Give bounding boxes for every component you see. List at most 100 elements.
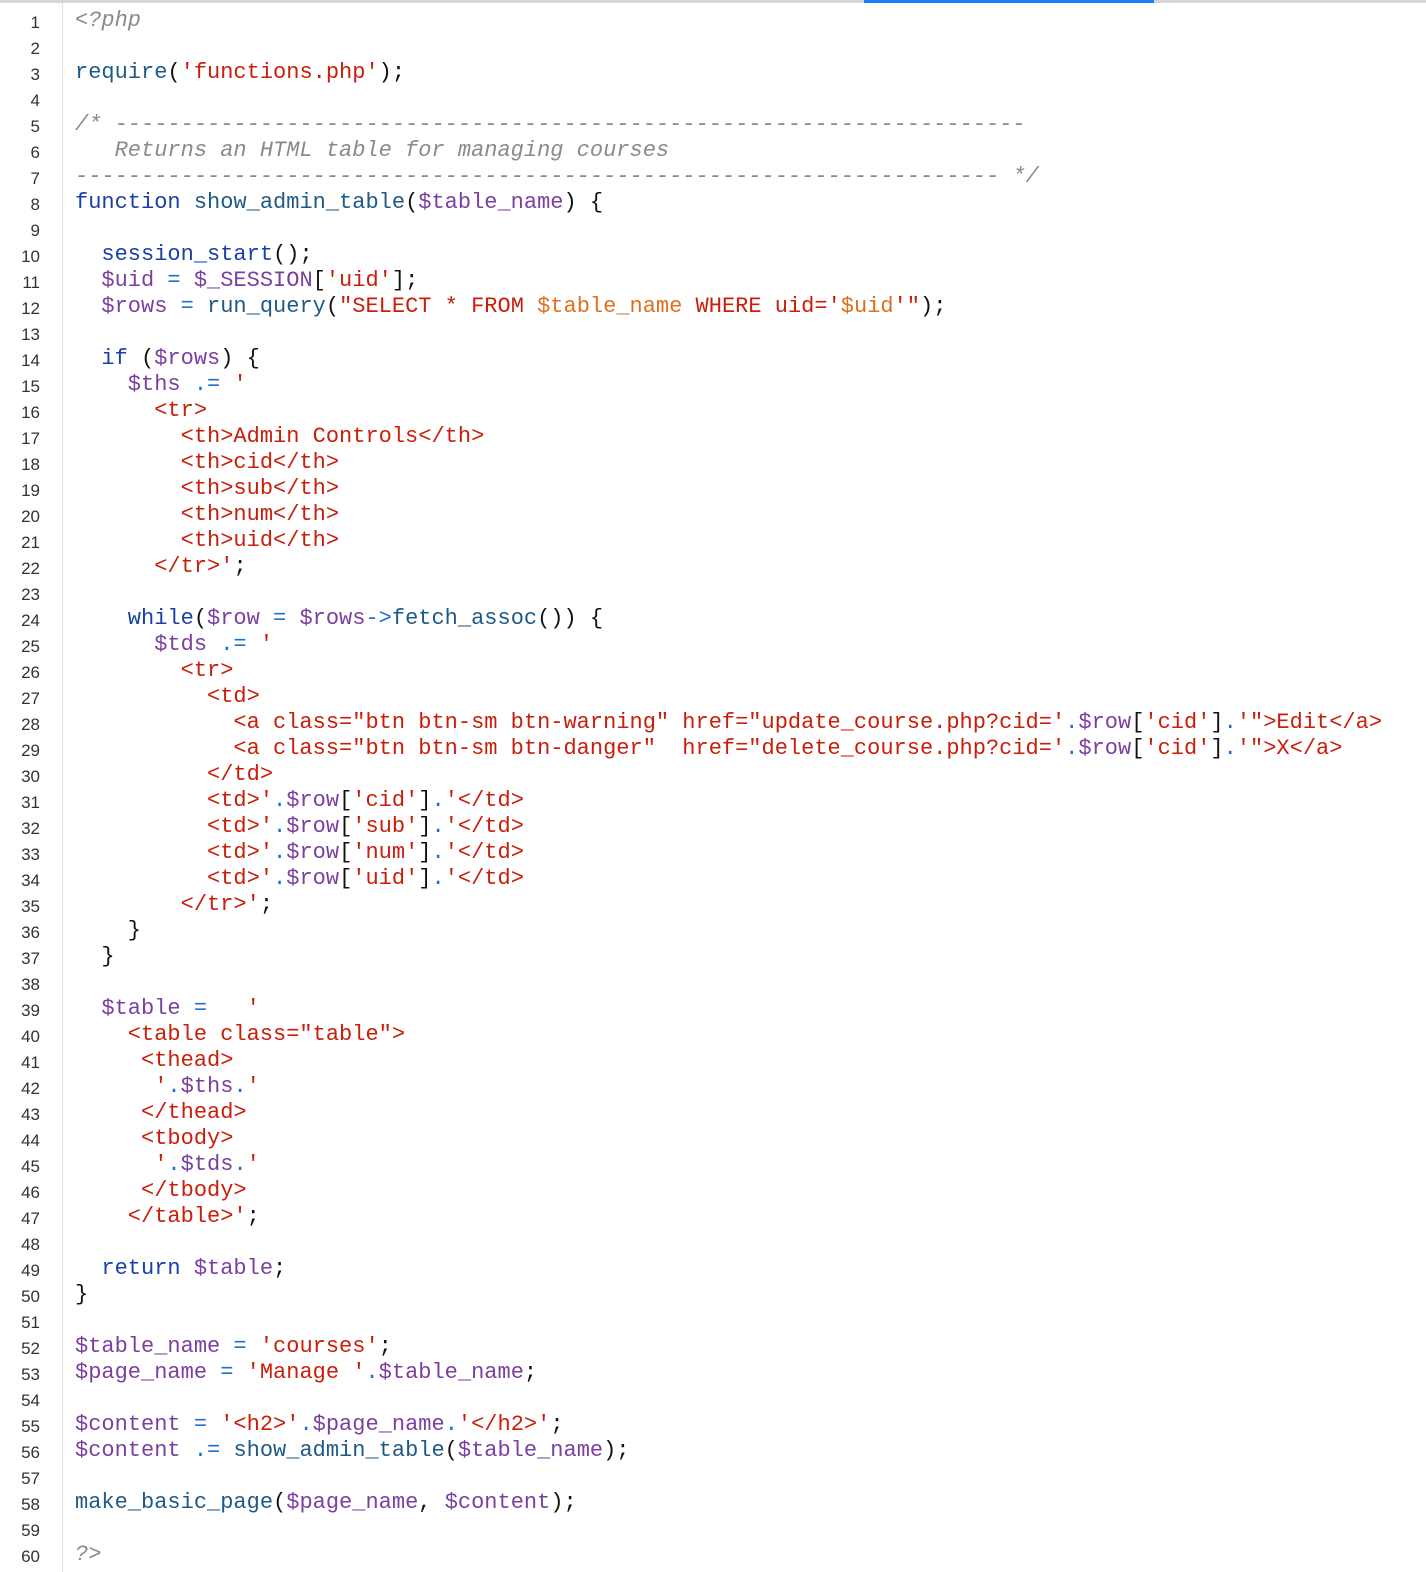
code-line[interactable]: 40 <table class="table"> (0, 1022, 1426, 1048)
line-number: 60 (21, 1547, 40, 1566)
code-line[interactable]: 37 } (0, 944, 1426, 970)
code-line[interactable]: 28 <a class="btn btn-sm btn-warning" hre… (0, 710, 1426, 736)
code-line[interactable]: 6 Returns an HTML table for managing cou… (0, 138, 1426, 164)
code-token: 'cid' (1144, 710, 1211, 735)
code-text: } (75, 1282, 88, 1308)
line-number: 21 (21, 533, 40, 552)
code-token: <td> (75, 684, 260, 709)
code-token: ; (273, 1256, 287, 1281)
line-number: 57 (21, 1469, 40, 1488)
code-line[interactable]: 39 $table = ' (0, 996, 1426, 1022)
code-line[interactable]: 10 session_start(); (0, 242, 1426, 268)
code-line[interactable]: 9 (0, 216, 1426, 242)
code-token: ] (418, 866, 432, 891)
code-text: } (75, 918, 141, 944)
line-number: 24 (21, 611, 40, 630)
code-line[interactable]: 2 (0, 34, 1426, 60)
code-line[interactable]: 41 <thead> (0, 1048, 1426, 1074)
code-line[interactable]: 8 function show_admin_table($table_name) … (0, 190, 1426, 216)
code-line[interactable]: 18 <th>cid</th> (0, 450, 1426, 476)
code-token: $table (193, 1256, 274, 1281)
code-text: <th>num</th> (75, 502, 339, 528)
code-token: </table>' (75, 1204, 247, 1229)
code-line[interactable]: 7 ---------------------------------------… (0, 164, 1426, 190)
code-token: . (365, 1360, 379, 1385)
code-line[interactable]: 25 $tds .= ' (0, 632, 1426, 658)
code-token: ; (259, 892, 274, 917)
code-line[interactable]: 15 $ths .= ' (0, 372, 1426, 398)
code-token: $tds (180, 1152, 234, 1177)
code-line[interactable]: 53 $page_name = 'Manage '.$table_name; (0, 1360, 1426, 1386)
code-line[interactable]: 1 <?php (0, 8, 1426, 34)
code-token: ( (141, 346, 155, 371)
code-line[interactable]: 4 (0, 86, 1426, 112)
code-line[interactable]: 42 '.$ths.' (0, 1074, 1426, 1100)
code-line[interactable]: 51 (0, 1308, 1426, 1334)
code-line[interactable]: 3 require('functions.php'); (0, 60, 1426, 86)
code-line[interactable]: 50} (0, 1282, 1426, 1308)
code-line[interactable]: 55 $content = '<h2>'.$page_name.'</h2>'; (0, 1412, 1426, 1438)
code-token: '</td> (444, 840, 524, 865)
code-token: ; (550, 1412, 564, 1437)
code-token: ( (325, 294, 340, 319)
code-line[interactable]: 34 <td>'.$row['uid'].'</td> (0, 866, 1426, 892)
code-line[interactable]: 48 (0, 1230, 1426, 1256)
code-line[interactable]: 58 make_basic_page($page_name, $content); (0, 1490, 1426, 1516)
code-token: $page_name (286, 1490, 419, 1515)
code-token: <table class="table"> (75, 1022, 406, 1047)
code-token: 'courses' (259, 1334, 379, 1359)
code-line[interactable]: 59 (0, 1516, 1426, 1542)
code-line[interactable]: 31 <td>'.$row['cid'].'</td> (0, 788, 1426, 814)
line-number: 44 (21, 1131, 40, 1150)
code-line[interactable]: 27 <td> (0, 684, 1426, 710)
code-line[interactable]: 22 </tr>'; (0, 554, 1426, 580)
code-token: [ (339, 840, 353, 865)
code-line[interactable]: 52 $table_name = 'courses'; (0, 1334, 1426, 1360)
code-line[interactable]: 20 <th>num</th> (0, 502, 1426, 528)
code-line[interactable]: 16 <tr> (0, 398, 1426, 424)
code-line[interactable]: 45 '.$tds.' (0, 1152, 1426, 1178)
code-text: $content = '<h2>'.$page_name.'</h2>'; (75, 1412, 564, 1438)
code-line[interactable]: 23 (0, 580, 1426, 606)
active-tab-indicator[interactable] (864, 0, 1154, 3)
code-line[interactable]: 29 <a class="btn btn-sm btn-danger" href… (0, 736, 1426, 762)
code-line[interactable]: 13 (0, 320, 1426, 346)
code-line[interactable]: 5 /* ------------------------------------… (0, 112, 1426, 138)
code-line[interactable]: 47 </table>'; (0, 1204, 1426, 1230)
code-token: return (75, 1256, 194, 1281)
code-line[interactable]: 32 <td>'.$row['sub'].'</td> (0, 814, 1426, 840)
code-line[interactable]: 21 <th>uid</th> (0, 528, 1426, 554)
code-line[interactable]: 26 <tr> (0, 658, 1426, 684)
code-token: ( (167, 60, 181, 85)
code-line[interactable]: 24 while($row = $rows->fetch_assoc()) { (0, 606, 1426, 632)
code-line[interactable]: 46 </tbody> (0, 1178, 1426, 1204)
code-line[interactable]: 12 $rows = run_query("SELECT * FROM $tab… (0, 294, 1426, 320)
code-line[interactable]: 54 (0, 1386, 1426, 1412)
code-line[interactable]: 11 $uid = $_SESSION['uid']; (0, 268, 1426, 294)
code-line[interactable]: 38 (0, 970, 1426, 996)
code-token: . (1065, 710, 1079, 735)
code-token: .= (180, 1438, 234, 1463)
code-token: . (1223, 736, 1237, 761)
code-line[interactable]: 30 </td> (0, 762, 1426, 788)
code-line[interactable]: 36 } (0, 918, 1426, 944)
code-token: $row (286, 788, 340, 813)
code-editor[interactable]: 1 <?php 2 3 require('functions.php'); 4 5/* --… (0, 8, 1426, 1568)
code-line[interactable]: 14 if ($rows) { (0, 346, 1426, 372)
code-line[interactable]: 60 ?> (0, 1542, 1426, 1568)
code-line[interactable]: 43 </thead> (0, 1100, 1426, 1126)
line-number: 59 (21, 1521, 40, 1540)
code-line[interactable]: 56 $content .= show_admin_table($table_na… (0, 1438, 1426, 1464)
code-line[interactable]: 33 <td>'.$row['num'].'</td> (0, 840, 1426, 866)
code-line[interactable]: 57 (0, 1464, 1426, 1490)
code-token: <th>num</th> (75, 502, 340, 527)
code-line[interactable]: 17 <th>Admin Controls</th> (0, 424, 1426, 450)
code-line[interactable]: 19 <th>sub</th> (0, 476, 1426, 502)
code-line[interactable]: 44 <tbody> (0, 1126, 1426, 1152)
code-token: require (75, 60, 168, 85)
code-line[interactable]: 35 </tr>'; (0, 892, 1426, 918)
code-token: if (75, 346, 142, 371)
code-token: show_admin_table (233, 1438, 445, 1463)
line-number: 35 (21, 897, 40, 916)
code-line[interactable]: 49 return $table; (0, 1256, 1426, 1282)
